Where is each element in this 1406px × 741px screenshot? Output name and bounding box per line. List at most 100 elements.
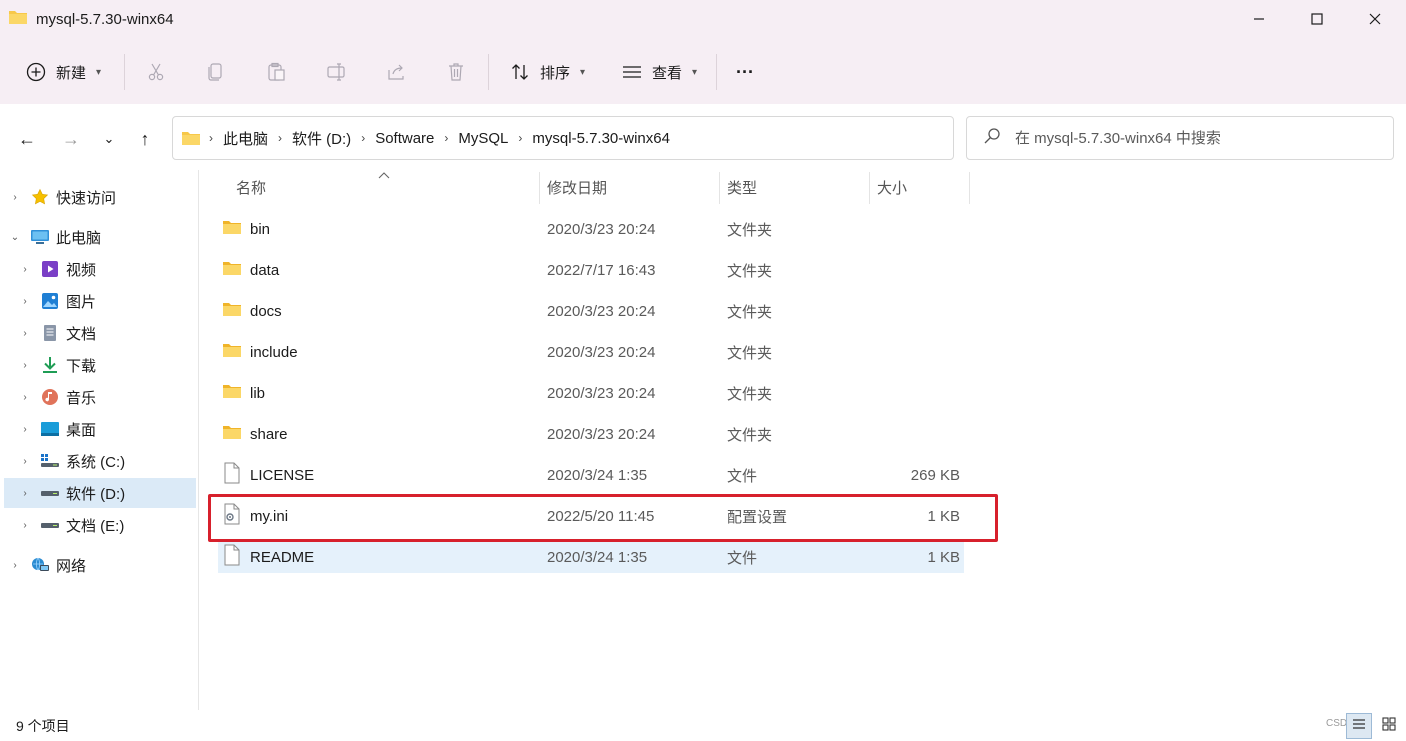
more-options-button[interactable]: ··· bbox=[736, 52, 754, 92]
chevron-right-icon[interactable]: › bbox=[18, 392, 32, 403]
sidebar-item-music[interactable]: › 音乐 bbox=[18, 382, 214, 412]
breadcrumb-current-folder[interactable]: mysql-5.7.30-winx64 bbox=[532, 130, 670, 147]
file-date: 2020/3/24 1:35 bbox=[547, 548, 648, 566]
sidebar-item-pictures[interactable]: › 图片 bbox=[18, 286, 214, 316]
chevron-right-icon[interactable]: › bbox=[18, 520, 32, 531]
breadcrumb-separator[interactable]: › bbox=[444, 131, 448, 145]
chevron-right-icon[interactable]: › bbox=[18, 296, 32, 307]
new-button[interactable]: 新建 ▾ bbox=[24, 52, 101, 92]
close-button[interactable] bbox=[1346, 0, 1404, 38]
column-divider[interactable] bbox=[539, 172, 540, 204]
file-row-license[interactable]: LICENSE 2020/3/24 1:35 文件 269 KB bbox=[218, 459, 964, 491]
sidebar-item-drive-d[interactable]: › 软件 (D:) bbox=[4, 478, 196, 508]
chevron-right-icon[interactable]: › bbox=[8, 192, 22, 203]
file-row-include[interactable]: include 2020/3/23 20:24 文件夹 bbox=[218, 336, 964, 368]
file-name: bin bbox=[250, 220, 271, 238]
file-size: 1 KB bbox=[927, 548, 960, 566]
window-title-area: mysql-5.7.30-winx64 bbox=[8, 0, 174, 38]
chevron-right-icon[interactable]: › bbox=[18, 328, 32, 339]
sidebar-item-label: 系统 (C:) bbox=[66, 453, 126, 471]
sidebar-item-videos[interactable]: › 视频 bbox=[18, 254, 214, 284]
address-bar[interactable]: › 此电脑 › 软件 (D:) › Software › MySQL › mys… bbox=[172, 116, 1110, 160]
column-header-type[interactable]: 类型 bbox=[727, 170, 757, 204]
column-divider[interactable] bbox=[869, 172, 870, 204]
up-button[interactable]: ↑ bbox=[128, 122, 162, 156]
rename-button[interactable] bbox=[324, 52, 348, 92]
search-input[interactable] bbox=[1015, 129, 1375, 147]
column-divider[interactable] bbox=[969, 172, 970, 204]
sidebar-item-label: 视频 bbox=[66, 261, 97, 279]
sort-button[interactable]: 排序 ▾ bbox=[508, 52, 585, 92]
pane-divider[interactable] bbox=[198, 170, 199, 710]
chevron-right-icon[interactable]: › bbox=[18, 360, 32, 371]
plus-circle-icon bbox=[24, 60, 48, 84]
file-row-lib[interactable]: lib 2020/3/23 20:24 文件夹 bbox=[218, 377, 964, 409]
sidebar-item-this-pc[interactable]: ⌄ 此电脑 bbox=[8, 222, 204, 252]
folder-icon bbox=[222, 219, 242, 239]
breadcrumb-this-pc[interactable]: 此电脑 bbox=[223, 128, 268, 149]
folder-icon bbox=[222, 424, 242, 444]
file-name: include bbox=[250, 343, 298, 361]
chevron-right-icon[interactable]: › bbox=[18, 264, 32, 275]
file-row-readme[interactable]: README 2020/3/24 1:35 文件 1 KB bbox=[218, 541, 964, 573]
file-row-share[interactable]: share 2020/3/23 20:24 文件夹 bbox=[218, 418, 964, 450]
recent-locations-button[interactable]: ⌄ bbox=[92, 122, 126, 156]
file-name: share bbox=[250, 425, 288, 443]
column-header-size[interactable]: 大小 bbox=[877, 170, 907, 204]
clipboard-icon bbox=[264, 60, 288, 84]
paste-button[interactable] bbox=[264, 52, 288, 92]
breadcrumb-separator[interactable]: › bbox=[278, 131, 282, 145]
desktop-icon bbox=[40, 419, 60, 439]
more-icon: ··· bbox=[736, 61, 754, 82]
file-icon bbox=[222, 544, 242, 570]
chevron-down-icon: ⌄ bbox=[103, 131, 115, 146]
file-type: 文件夹 bbox=[727, 303, 773, 321]
toolbar-divider bbox=[124, 54, 125, 90]
sidebar-item-desktop[interactable]: › 桌面 bbox=[18, 414, 214, 444]
chevron-down-icon: ▾ bbox=[96, 66, 102, 78]
back-button[interactable]: ← bbox=[10, 122, 44, 156]
highlight-annotation-box bbox=[208, 494, 998, 542]
sidebar-item-documents[interactable]: › 文档 bbox=[18, 318, 214, 348]
breadcrumb-separator[interactable]: › bbox=[361, 131, 365, 145]
file-row-docs[interactable]: docs 2020/3/23 20:24 文件夹 bbox=[218, 295, 964, 327]
toolbar-divider bbox=[488, 54, 489, 90]
chevron-right-icon[interactable]: › bbox=[8, 560, 22, 571]
file-size bbox=[870, 254, 960, 286]
share-button[interactable] bbox=[384, 52, 408, 92]
file-type: 文件 bbox=[727, 467, 758, 485]
large-icons-view-button[interactable] bbox=[1376, 713, 1402, 739]
chevron-down-icon[interactable]: ⌄ bbox=[8, 232, 22, 243]
sidebar-item-drive-e[interactable]: › 文档 (E:) bbox=[18, 510, 214, 540]
copy-button[interactable] bbox=[204, 52, 228, 92]
search-box[interactable] bbox=[966, 116, 1394, 160]
breadcrumb-mysql[interactable]: MySQL bbox=[458, 130, 508, 147]
sidebar-item-label: 快速访问 bbox=[56, 189, 117, 207]
chevron-right-icon[interactable]: › bbox=[18, 424, 32, 435]
status-bar: 9 个项目 CSDN@... bbox=[0, 710, 1406, 741]
column-header-date[interactable]: 修改日期 bbox=[547, 170, 607, 204]
sidebar-item-downloads[interactable]: › 下载 bbox=[18, 350, 214, 380]
chevron-right-icon[interactable]: › bbox=[18, 488, 32, 499]
cut-button[interactable] bbox=[144, 52, 168, 92]
column-header-name[interactable]: 名称 bbox=[236, 170, 266, 204]
delete-button[interactable] bbox=[444, 52, 468, 92]
maximize-button[interactable] bbox=[1288, 0, 1346, 38]
file-list: 名称 修改日期 类型 大小 bin 2020/3/23 20:24 文件夹 da… bbox=[200, 170, 1406, 710]
forward-button[interactable]: → bbox=[54, 122, 88, 156]
file-name: docs bbox=[250, 302, 282, 320]
breadcrumb-software[interactable]: Software bbox=[375, 130, 434, 147]
view-button[interactable]: 查看 ▾ bbox=[620, 52, 697, 92]
breadcrumb-drive-d[interactable]: 软件 (D:) bbox=[292, 128, 351, 149]
file-row-bin[interactable]: bin 2020/3/23 20:24 文件夹 bbox=[218, 213, 964, 245]
sidebar-item-network[interactable]: › 网络 bbox=[8, 550, 204, 580]
sidebar-item-drive-c[interactable]: › 系统 (C:) bbox=[18, 446, 214, 476]
breadcrumb-separator[interactable]: › bbox=[518, 131, 522, 145]
file-row-data[interactable]: data 2022/7/17 16:43 文件夹 bbox=[218, 254, 964, 286]
minimize-button[interactable] bbox=[1230, 0, 1288, 38]
sidebar-item-quick-access[interactable]: › 快速访问 bbox=[8, 182, 204, 212]
column-divider[interactable] bbox=[719, 172, 720, 204]
details-view-button[interactable] bbox=[1346, 713, 1372, 739]
window-title: mysql-5.7.30-winx64 bbox=[36, 10, 174, 28]
chevron-right-icon[interactable]: › bbox=[18, 456, 32, 467]
